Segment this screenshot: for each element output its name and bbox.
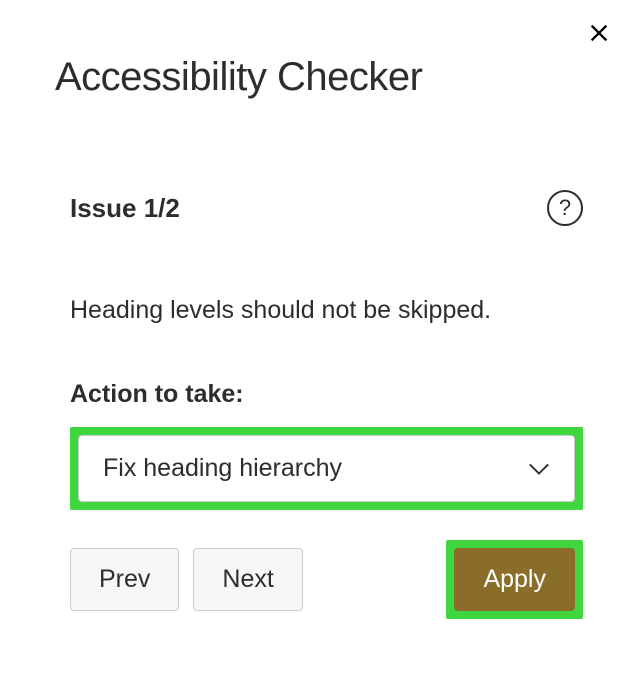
issue-header-row: Issue 1/2 ? xyxy=(70,190,583,226)
close-icon xyxy=(588,22,610,44)
action-select-value: Fix heading hierarchy xyxy=(103,454,342,483)
chevron-down-icon xyxy=(528,454,550,483)
apply-button[interactable]: Apply xyxy=(454,548,575,611)
content-area: Issue 1/2 ? Heading levels should not be… xyxy=(55,190,588,619)
close-button[interactable] xyxy=(588,22,610,49)
question-mark-icon: ? xyxy=(559,195,571,221)
issue-count-label: Issue 1/2 xyxy=(70,193,180,224)
issue-description: Heading levels should not be skipped. xyxy=(70,296,583,325)
select-highlight: Fix heading hierarchy xyxy=(70,427,583,510)
nav-buttons: Prev Next xyxy=(70,548,303,611)
next-button[interactable]: Next xyxy=(193,548,302,611)
prev-button[interactable]: Prev xyxy=(70,548,179,611)
accessibility-checker-panel: Accessibility Checker Issue 1/2 ? Headin… xyxy=(0,0,638,649)
help-button[interactable]: ? xyxy=(547,190,583,226)
button-row: Prev Next Apply xyxy=(70,540,583,619)
action-select[interactable]: Fix heading hierarchy xyxy=(78,435,575,502)
page-title: Accessibility Checker xyxy=(55,55,588,100)
apply-highlight: Apply xyxy=(446,540,583,619)
action-label: Action to take: xyxy=(70,380,583,409)
